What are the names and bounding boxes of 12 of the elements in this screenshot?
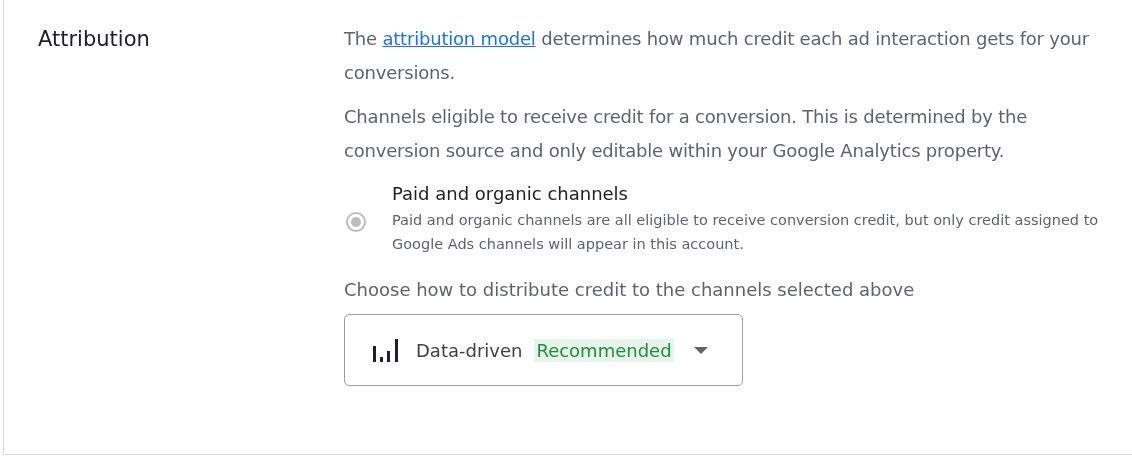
intro-text: The attribution model determines how much credit each ad interaction gets for your conversions. bbox=[344, 27, 1090, 85]
bar-chart-icon bbox=[372, 338, 400, 362]
model-select[interactable]: Data-driven Recommended bbox=[344, 314, 743, 386]
attribution-model-link[interactable]: attribution model bbox=[382, 28, 536, 49]
dropdown-caret-icon bbox=[693, 346, 708, 354]
eligibility-note: Channels eligible to receive credit for a conversion. This is determined by the conversion source and only editable within your Google Analytics property. bbox=[344, 105, 1029, 163]
model-prompt: Choose how to distribute credit to the channels selected above bbox=[344, 278, 916, 302]
recommended-badge: Recommended bbox=[534, 338, 674, 362]
option-label: Paid and organic channels bbox=[392, 182, 629, 206]
select-value: Data-driven bbox=[416, 339, 523, 361]
section-title: Attribution bbox=[38, 27, 151, 51]
option-description: Paid and organic channels are all eligible to receive conversion credit, but only credit assigned to Google Ads channels will appear in this account. bbox=[392, 211, 1100, 254]
